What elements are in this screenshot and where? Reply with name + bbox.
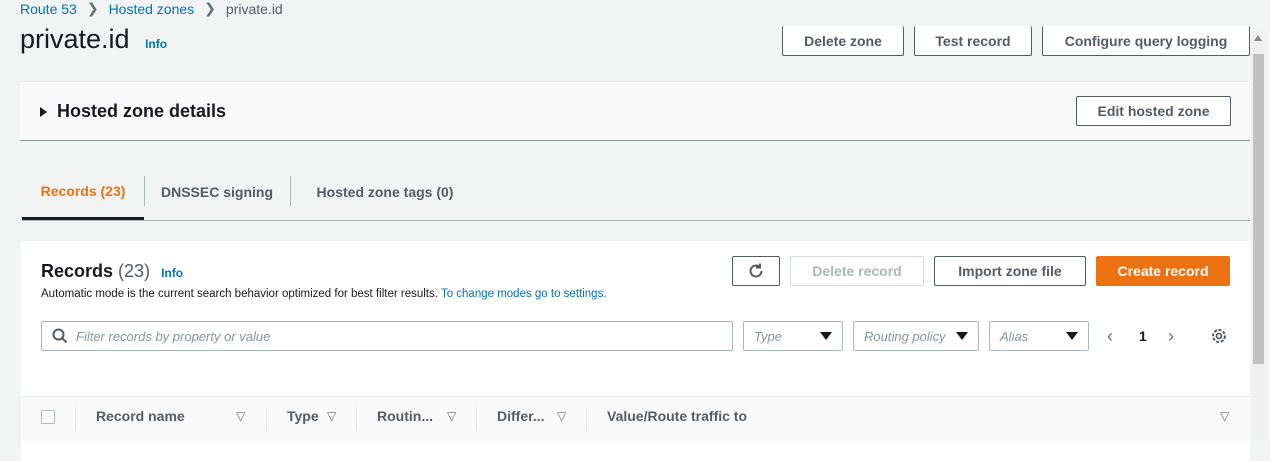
routing-policy-filter-label: Routing policy: [864, 328, 946, 344]
records-count: (23): [118, 261, 151, 281]
column-divider: [75, 407, 76, 431]
create-record-button[interactable]: Create record: [1096, 256, 1230, 286]
current-page-number[interactable]: 1: [1139, 328, 1147, 344]
column-header-differentiator[interactable]: Differ...: [497, 408, 544, 424]
refresh-icon: [749, 263, 763, 278]
import-zone-file-button[interactable]: Import zone file: [934, 256, 1086, 286]
breadcrumb: Route 53 ❯ Hosted zones ❯ private.id: [20, 0, 283, 17]
alias-filter-select[interactable]: Alias: [989, 321, 1089, 351]
breadcrumb-hosted-zones[interactable]: Hosted zones: [109, 1, 195, 17]
column-header-value[interactable]: Value/Route traffic to: [607, 408, 747, 424]
title-info-link[interactable]: Info: [145, 37, 167, 51]
routing-policy-filter-select[interactable]: Routing policy: [853, 321, 979, 351]
next-page-icon[interactable]: ›: [1168, 326, 1174, 347]
scrollbar-thumb[interactable]: [1253, 54, 1264, 364]
search-mode-text: Automatic mode is the current search beh…: [41, 288, 438, 300]
caret-down-icon: [956, 332, 968, 340]
tab-records[interactable]: Records (23): [22, 164, 144, 220]
test-record-button[interactable]: Test record: [914, 26, 1032, 56]
column-header-type[interactable]: Type: [287, 408, 319, 424]
sort-icon[interactable]: ▽: [236, 409, 245, 423]
tab-hosted-zone-tags[interactable]: Hosted zone tags (0): [290, 164, 480, 219]
filter-records-input-wrapper: [41, 321, 733, 351]
scroll-up-icon[interactable]: [1254, 35, 1262, 41]
page-title-text: private.id: [20, 24, 130, 54]
tabs: Records (23) DNSSEC signing Hosted zone …: [22, 164, 1250, 221]
delete-zone-button[interactable]: Delete zone: [782, 26, 904, 56]
type-filter-label: Type: [754, 328, 782, 344]
previous-page-icon[interactable]: ‹: [1107, 326, 1113, 347]
type-filter-select[interactable]: Type: [743, 321, 843, 351]
column-header-routing-policy[interactable]: Routin...: [377, 408, 433, 424]
delete-record-button[interactable]: Delete record: [790, 256, 924, 286]
column-header-record-name[interactable]: Record name: [96, 408, 185, 424]
search-icon: [52, 328, 68, 344]
breadcrumb-current: private.id: [225, 0, 283, 17]
records-description: Automatic mode is the current search beh…: [41, 288, 607, 300]
sort-icon[interactable]: ▽: [1220, 409, 1229, 423]
sort-icon[interactable]: ▽: [447, 409, 456, 423]
alias-filter-label: Alias: [1000, 328, 1029, 344]
edit-hosted-zone-button[interactable]: Edit hosted zone: [1076, 96, 1231, 126]
chevron-right-icon: ❯: [204, 0, 216, 16]
settings-link[interactable]: To change modes go to settings.: [441, 288, 607, 300]
sort-icon[interactable]: ▽: [327, 409, 336, 423]
sort-icon[interactable]: ▽: [557, 409, 566, 423]
page-title: private.id Info: [20, 24, 167, 55]
configure-query-logging-button[interactable]: Configure query logging: [1042, 26, 1250, 56]
refresh-button[interactable]: [732, 256, 780, 286]
column-divider: [476, 407, 477, 431]
gear-icon: [1212, 329, 1226, 343]
details-title: Hosted zone details: [57, 101, 227, 121]
hosted-zone-details-toggle[interactable]: Hosted zone details: [40, 101, 226, 122]
caret-down-icon: [1066, 332, 1078, 340]
column-divider: [586, 407, 587, 431]
tab-dnssec-signing[interactable]: DNSSEC signing: [144, 164, 290, 219]
caret-down-icon: [820, 332, 832, 340]
records-heading: Records (23) Info: [41, 261, 183, 282]
filter-records-input[interactable]: [74, 327, 718, 345]
column-divider: [356, 407, 357, 431]
select-all-checkbox[interactable]: [41, 410, 55, 424]
column-divider: [266, 407, 267, 431]
records-info-link[interactable]: Info: [161, 266, 183, 280]
records-title: Records: [41, 261, 114, 281]
settings-button[interactable]: [1210, 327, 1228, 350]
chevron-right-icon: ❯: [86, 0, 99, 16]
caret-right-icon: [40, 106, 47, 117]
breadcrumb-route53[interactable]: Route 53: [20, 1, 77, 17]
